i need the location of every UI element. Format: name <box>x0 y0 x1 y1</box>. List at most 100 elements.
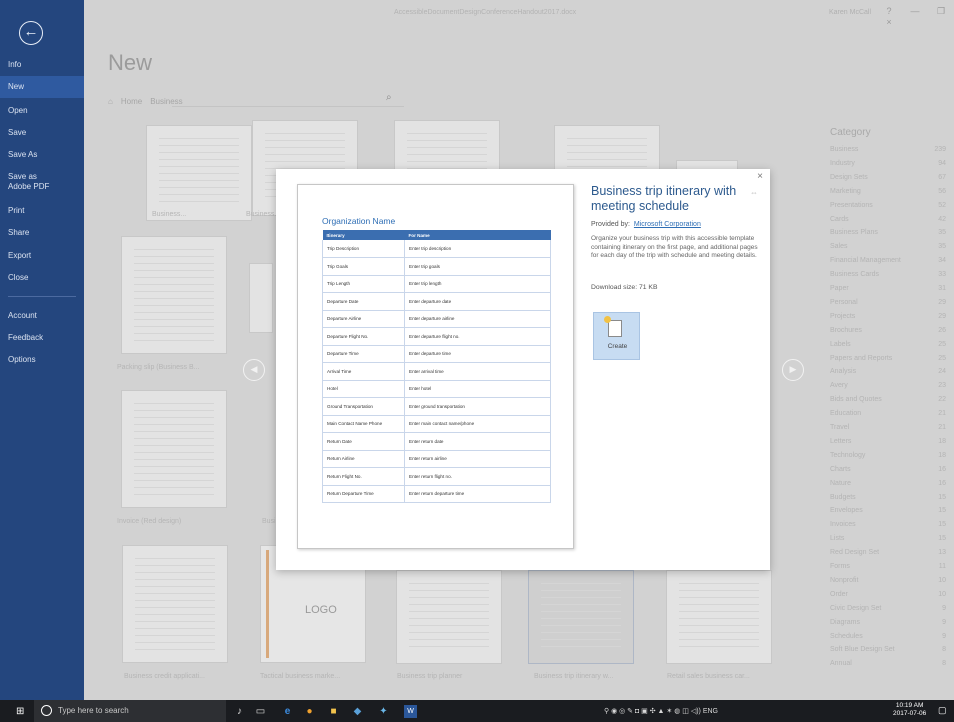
category-item[interactable]: Letters 18 <box>830 438 946 451</box>
category-item[interactable]: Financial Management 34 <box>830 257 946 270</box>
sidebar-item-save[interactable]: Save <box>0 128 84 142</box>
category-count: 94 <box>938 159 946 167</box>
category-count: 29 <box>938 298 946 306</box>
category-item[interactable]: Projects 29 <box>830 313 946 326</box>
category-item[interactable]: Design Sets 67 <box>830 174 946 187</box>
category-name: Red Design Set <box>830 549 880 557</box>
category-item[interactable]: Technology 18 <box>830 452 946 465</box>
search-input[interactable] <box>172 106 404 107</box>
category-item[interactable]: Nonprofit 10 <box>830 577 946 590</box>
template-thumbnail[interactable] <box>122 545 228 663</box>
windows-start-icon[interactable]: ⊞ <box>16 706 24 717</box>
category-item[interactable]: Paper 31 <box>830 285 946 298</box>
language-indicator[interactable]: ENG <box>703 708 718 715</box>
category-item[interactable]: Analysis 24 <box>830 368 946 381</box>
category-item[interactable]: Business 239 <box>830 146 946 159</box>
category-count: 52 <box>938 201 946 209</box>
file-explorer-icon[interactable]: ■ <box>327 705 340 718</box>
category-item[interactable]: Brochures 26 <box>830 327 946 340</box>
category-item[interactable]: Cards 42 <box>830 216 946 229</box>
help-button[interactable]: ? <box>876 6 902 16</box>
category-item[interactable]: Budgets 15 <box>830 494 946 507</box>
clock[interactable]: 10:19 AM 2017-07-06 <box>893 702 926 718</box>
search-icon[interactable]: ⌕ <box>386 92 392 103</box>
sidebar-item-export[interactable]: Export <box>0 251 84 265</box>
category-item[interactable]: Travel 21 <box>830 424 946 437</box>
category-item[interactable]: Sales 35 <box>830 243 946 256</box>
provider-link[interactable]: Microsoft Corporation <box>634 221 701 228</box>
template-thumbnail[interactable] <box>121 236 227 354</box>
category-item[interactable]: Labels 25 <box>830 341 946 354</box>
close-icon[interactable]: × <box>757 171 763 182</box>
template-thumbnail[interactable] <box>249 263 273 333</box>
template-thumbnail-selected[interactable] <box>528 570 634 664</box>
sidebar-item-info[interactable]: Info <box>0 60 84 74</box>
category-item[interactable]: Civic Design Set 9 <box>830 605 946 618</box>
sidebar-item-print[interactable]: Print <box>0 206 84 220</box>
category-item[interactable]: Papers and Reports 25 <box>830 355 946 368</box>
category-item[interactable]: Soft Blue Design Set 8 <box>830 646 946 659</box>
category-name: Invoices <box>830 521 856 529</box>
sidebar-item-open[interactable]: Open <box>0 106 84 120</box>
sidebar-item-save-as[interactable]: Save As <box>0 150 84 164</box>
category-item[interactable]: Business Cards 33 <box>830 271 946 284</box>
category-item[interactable]: Lists 15 <box>830 535 946 548</box>
sidebar-item-save-as-pdf[interactable]: Save as Adobe PDF <box>0 172 60 194</box>
category-item[interactable]: Personal 29 <box>830 299 946 312</box>
category-item[interactable]: Bids and Quotes 22 <box>830 396 946 409</box>
create-button[interactable]: Create <box>593 312 640 360</box>
category-name: Annual <box>830 660 852 668</box>
edge-icon[interactable]: e <box>281 705 294 718</box>
document-title: AccessibleDocumentDesignConferenceHandou… <box>394 9 577 16</box>
category-item[interactable]: Industry 94 <box>830 160 946 173</box>
category-item[interactable]: Diagrams 9 <box>830 619 946 632</box>
next-template-icon[interactable]: ▶ <box>782 359 804 381</box>
taskbar-search-box[interactable]: Type here to search <box>34 700 226 722</box>
category-item[interactable]: Annual 8 <box>830 660 946 673</box>
category-item[interactable]: Education 21 <box>830 410 946 423</box>
category-item[interactable]: Invoices 15 <box>830 521 946 534</box>
category-item[interactable]: Avery 23 <box>830 382 946 395</box>
category-item[interactable]: Envelopes 15 <box>830 507 946 520</box>
chrome-icon[interactable]: ● <box>303 705 316 718</box>
system-tray: ⚲ ◉ ◎ ✎ ◘ ▣ ✣ ▲ ✶ ◍ ◫ ◁)) ENG <box>604 707 718 715</box>
template-thumbnail[interactable] <box>146 125 252 221</box>
sidebar-item-close[interactable]: Close <box>0 273 84 287</box>
back-arrow-icon[interactable]: ← <box>19 21 43 45</box>
template-thumbnail[interactable] <box>666 570 772 664</box>
category-item[interactable]: Marketing 56 <box>830 188 946 201</box>
category-item[interactable]: Presentations 52 <box>830 202 946 215</box>
category-item[interactable]: Charts 16 <box>830 466 946 479</box>
sidebar-item-account[interactable]: Account <box>0 311 84 325</box>
close-window-button[interactable]: × <box>876 17 902 27</box>
notification-icon[interactable]: ▢ <box>938 705 947 716</box>
category-item[interactable]: Nature 16 <box>830 480 946 493</box>
previous-template-icon[interactable]: ◀ <box>243 359 265 381</box>
sidebar-item-feedback[interactable]: Feedback <box>0 333 84 347</box>
breadcrumb-home[interactable]: Home <box>121 97 142 106</box>
template-thumbnail[interactable] <box>396 570 502 664</box>
home-icon[interactable]: ⌂ <box>108 97 113 106</box>
restore-button[interactable]: ❐ <box>928 6 954 17</box>
tray-icons[interactable]: ⚲ ◉ ◎ ✎ ◘ ▣ ✣ ▲ ✶ ◍ ◫ ◁)) <box>604 708 701 715</box>
app-icon[interactable]: ◆ <box>351 705 364 718</box>
category-item[interactable]: Schedules 9 <box>830 633 946 646</box>
category-item[interactable]: Order 10 <box>830 591 946 604</box>
category-name: Budgets <box>830 493 856 501</box>
taskbar-search-placeholder: Type here to search <box>58 706 129 715</box>
app-icon[interactable]: ✦ <box>377 705 390 718</box>
category-item[interactable]: Business Plans 35 <box>830 229 946 242</box>
template-thumbnail[interactable] <box>121 390 227 508</box>
sidebar-item-new[interactable]: New <box>0 76 84 98</box>
sidebar-item-options[interactable]: Options <box>0 355 84 369</box>
microphone-icon[interactable]: ♪ <box>233 705 246 718</box>
word-icon[interactable]: W <box>404 705 417 718</box>
minimize-button[interactable]: — <box>902 6 928 16</box>
task-view-icon[interactable]: ▭ <box>254 705 267 718</box>
logo-text: LOGO <box>305 604 337 616</box>
category-item[interactable]: Red Design Set 13 <box>830 549 946 562</box>
user-name[interactable]: Karen McCall <box>829 9 871 16</box>
sidebar-item-share[interactable]: Share <box>0 228 84 242</box>
category-name: Schedules <box>830 632 863 640</box>
category-item[interactable]: Forms 11 <box>830 563 946 576</box>
